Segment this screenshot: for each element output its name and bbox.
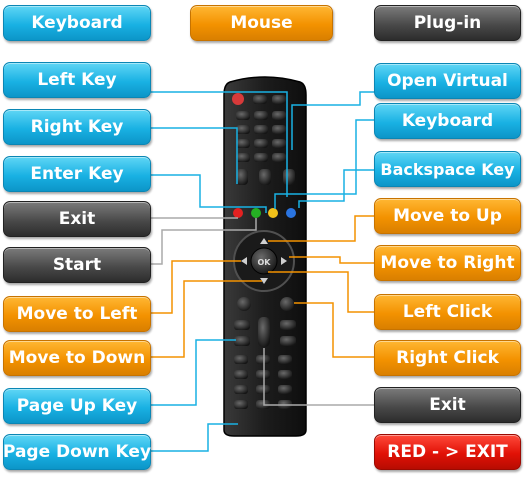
- move-to-left-label: Move to Left: [3, 296, 151, 332]
- enter-key-label: Enter Key: [3, 156, 151, 192]
- connector-backspace: [298, 169, 375, 208]
- connector-start: [150, 218, 257, 265]
- right-click-label: Right Click: [374, 340, 521, 376]
- move-to-right-label: Move to Right: [374, 245, 521, 281]
- left-click-label: Left Click: [374, 294, 521, 330]
- connector-move-up: [268, 215, 375, 242]
- connector-open-virtual: [291, 91, 375, 150]
- connector-keyboard: [274, 119, 375, 209]
- backspace-key-label: Backspace Key: [374, 151, 521, 187]
- connector-left-click: [268, 271, 375, 313]
- keyboard-header-label: Keyboard: [3, 5, 151, 41]
- connector-move-left: [150, 260, 241, 314]
- connector-left-key: [150, 91, 288, 197]
- open-virtual-label: Open Virtual: [374, 63, 521, 99]
- connector-page-up: [150, 339, 236, 406]
- connector-right-click: [294, 302, 375, 358]
- plugin-header-label: Plug-in: [374, 5, 521, 41]
- left-key-label: Left Key: [3, 62, 151, 98]
- mouse-header-label: Mouse: [190, 5, 333, 41]
- page-up-key-label: Page Up Key: [3, 388, 151, 424]
- keyboard-label: Keyboard: [374, 103, 521, 139]
- page-down-key-label: Page Down Key: [3, 434, 151, 470]
- move-to-down-label: Move to Down: [3, 340, 151, 376]
- exit-label-left: Exit: [3, 201, 151, 237]
- red-exit-label: RED - > EXIT: [374, 434, 521, 470]
- connector-move-right: [289, 256, 375, 264]
- connector-enter-key: [150, 174, 267, 213]
- right-key-label: Right Key: [3, 109, 151, 145]
- exit-label-right: Exit: [374, 387, 521, 423]
- connector-move-down: [150, 280, 262, 358]
- move-to-up-label: Move to Up: [374, 198, 521, 234]
- connector-page-down: [150, 423, 238, 452]
- start-label: Start: [3, 247, 151, 283]
